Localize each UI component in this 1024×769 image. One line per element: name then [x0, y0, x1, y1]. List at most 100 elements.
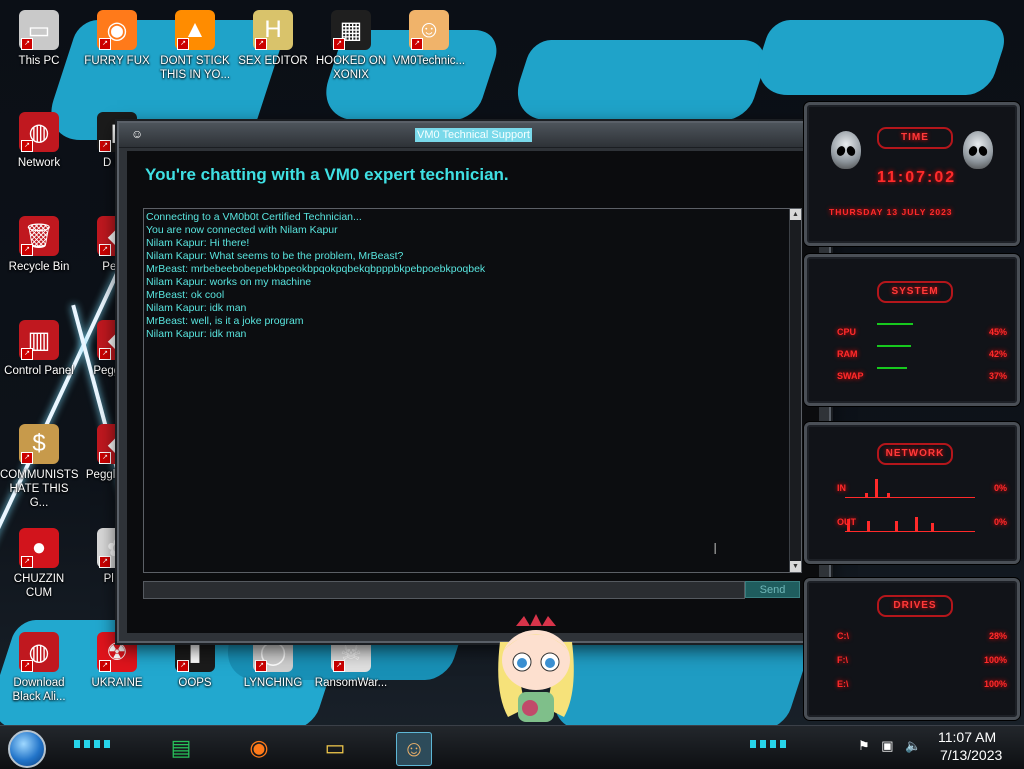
- traffic-cone-icon: ▲ ↗: [175, 10, 215, 50]
- desktop-icon-label: LYNCHING: [243, 677, 303, 689]
- stat-label: IN: [837, 483, 846, 493]
- desktop-icon[interactable]: ▲ ↗ DONT STICK THIS IN YO...: [156, 10, 234, 82]
- desktop-icon[interactable]: ▥ ↗ Control Panel: [0, 320, 78, 378]
- drives-stat-row: E:\ 100%: [837, 679, 1007, 693]
- desktop-icon[interactable]: $ ↗ COMMUNISTS HATE THIS G...: [0, 424, 79, 510]
- cartoon-character-image: [498, 614, 574, 722]
- stat-label: SWAP: [837, 371, 864, 381]
- chuzzle-icon: ● ↗: [19, 528, 59, 568]
- desktop-icon-label: Download Black Ali...: [12, 677, 66, 703]
- desktop-icon-label: Network: [17, 157, 61, 169]
- technician-icon: ☺: [131, 127, 144, 141]
- gadget-clock: 11:07:02: [877, 169, 957, 186]
- desktop-icon[interactable]: ◉ ↗ FURRY FUX: [78, 10, 156, 68]
- chat-message: Nilam Kapur: works on my machine: [146, 276, 312, 288]
- desktop-icon[interactable]: ▭ ↗ This PC: [0, 10, 78, 68]
- desktop-icon-label: VM0Technic...: [392, 55, 466, 67]
- vm0-chat-window: ☺ VM0 Technical Support You're chatting …: [117, 121, 831, 643]
- stat-label: F:\: [837, 655, 848, 665]
- shortcut-arrow-icon: ↗: [99, 244, 111, 256]
- hxd-editor-icon: H ↗: [253, 10, 293, 50]
- desktop-icon[interactable]: ◍ ↗ Network: [0, 112, 78, 170]
- shortcut-arrow-icon: ↗: [21, 348, 33, 360]
- gadget-panel: TIME 11:07:02 THURSDAY 13 JULY 2023 SYST…: [796, 92, 1024, 720]
- chat-message: MrBeast: well, is it a joke program: [146, 315, 304, 327]
- window-title-bar[interactable]: ☺ VM0 Technical Support: [119, 123, 829, 148]
- gadget-date: THURSDAY 13 JULY 2023: [829, 207, 953, 217]
- start-button[interactable]: [8, 730, 46, 768]
- send-button[interactable]: Send: [745, 581, 800, 598]
- shortcut-arrow-icon: ↗: [333, 660, 345, 672]
- shortcut-arrow-icon: ↗: [177, 660, 189, 672]
- chat-message: Nilam Kapur: idk man: [146, 302, 247, 314]
- taskbar-clock-time[interactable]: 11:07 AM: [938, 729, 996, 745]
- system-gadget[interactable]: SYSTEM CPU 45% RAM 42% SWAP 37%: [804, 254, 1020, 406]
- message-input[interactable]: [143, 581, 745, 599]
- desktop-icon-label: FURRY FUX: [84, 55, 150, 67]
- shortcut-arrow-icon: ↗: [255, 660, 267, 672]
- chat-body: You're chatting with a VM0 expert techni…: [127, 151, 819, 633]
- stat-label: CPU: [837, 327, 857, 337]
- stat-value: 100%: [983, 679, 1007, 689]
- desktop-icon[interactable]: ▦ ↗ HOOKED ON XONIX: [312, 10, 390, 82]
- volume-icon[interactable]: 🔈: [905, 738, 921, 753]
- shortcut-arrow-icon: ↗: [21, 140, 33, 152]
- desktop-icon-label: DONT STICK THIS IN YO...: [159, 55, 231, 81]
- desktop-icon-label: SEX EDITOR: [238, 55, 308, 67]
- taskbar-clock-date[interactable]: 7/13/2023: [940, 747, 1002, 763]
- system-stat-row: CPU 45%: [837, 323, 1007, 341]
- technician-icon: ☺ ↗: [409, 10, 449, 50]
- vm0-technician-icon[interactable]: ☺: [396, 732, 432, 766]
- drives-gadget[interactable]: DRIVES C:\ 28% F:\ 100% E:\ 100%: [804, 578, 1020, 720]
- time-gadget-title: TIME: [877, 127, 953, 149]
- network-stat-row: IN 0%: [837, 483, 1007, 497]
- control-panel-icon: ▥ ↗: [19, 320, 59, 360]
- desktop-icon[interactable]: ● ↗ CHUZZIN CUM: [0, 528, 78, 600]
- stat-value: 42%: [988, 349, 1007, 359]
- shortcut-arrow-icon: ↗: [99, 452, 111, 464]
- desktop-icon[interactable]: 🗑 ↗ Recycle Bin: [0, 216, 78, 274]
- stat-label: E:\: [837, 679, 849, 689]
- shortcut-arrow-icon: ↗: [333, 38, 345, 50]
- system-gadget-title: SYSTEM: [877, 281, 953, 303]
- stat-label: OUT: [837, 517, 856, 527]
- chat-message: Connecting to a VM0b0t Certified Technic…: [146, 211, 362, 223]
- shortcut-arrow-icon: ↗: [411, 38, 423, 50]
- desktop-icon-label: RansomWar...: [314, 677, 388, 689]
- shortcut-arrow-icon: ↗: [21, 660, 33, 672]
- desktop-icon[interactable]: ☺ ↗ VM0Technic...: [390, 10, 468, 68]
- stat-value: 45%: [988, 327, 1007, 337]
- firefox-icon: ◉ ↗: [97, 10, 137, 50]
- flag-icon[interactable]: ⚑: [858, 738, 870, 753]
- network-gadget[interactable]: NETWORK IN 0% OUT 0%: [804, 422, 1020, 564]
- network-gadget-title: NETWORK: [877, 443, 953, 465]
- chat-message: Nilam Kapur: Hi there!: [146, 237, 250, 249]
- chat-message-list: Connecting to a VM0b0t Certified Technic…: [146, 211, 786, 341]
- time-gadget[interactable]: TIME 11:07:02 THURSDAY 13 JULY 2023: [804, 102, 1020, 246]
- chat-log[interactable]: Connecting to a VM0b0t Certified Technic…: [143, 208, 802, 573]
- window-title: VM0 Technical Support: [415, 128, 532, 142]
- usage-bar: [877, 345, 911, 347]
- network-status-icon[interactable]: ▣: [881, 738, 893, 753]
- shortcut-arrow-icon: ↗: [99, 38, 111, 50]
- file-explorer-icon[interactable]: ▭: [318, 732, 352, 764]
- chat-heading: You're chatting with a VM0 expert techni…: [145, 165, 509, 184]
- desktop-icon-label: Control Panel: [4, 365, 74, 377]
- stat-value: 28%: [988, 631, 1007, 641]
- desktop-icon-label: Recycle Bin: [8, 261, 70, 273]
- stat-value: 100%: [983, 655, 1007, 665]
- stat-value: 0%: [993, 517, 1007, 527]
- alien-head-icon: [963, 131, 993, 169]
- taskbar: ▤ ◉ ▭ ☺ ⚑ ▣ 🔈 11:07 AM 7/13/2023: [0, 725, 1024, 769]
- desktop-icon-label: OOPS: [178, 677, 212, 689]
- stat-label: RAM: [837, 349, 858, 359]
- firefox-icon[interactable]: ◉: [242, 732, 276, 764]
- xonix-game-icon: ▦ ↗: [331, 10, 371, 50]
- desktop-icon[interactable]: H ↗ SEX EDITOR: [234, 10, 312, 68]
- shortcut-arrow-icon: ↗: [21, 556, 33, 568]
- desktop-icon[interactable]: ◍ ↗ Download Black Ali...: [0, 632, 78, 704]
- shortcut-arrow-icon: ↗: [99, 556, 111, 568]
- text-cursor-icon: I: [713, 541, 717, 561]
- notes-app-icon[interactable]: ▤: [164, 732, 198, 764]
- system-stat-row: SWAP 37%: [837, 367, 1007, 385]
